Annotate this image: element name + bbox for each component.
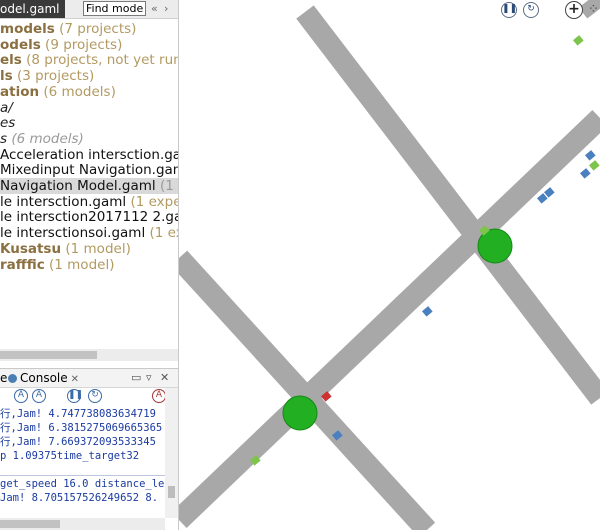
console-line: get_speed 16.0 distance_le — [0, 478, 165, 490]
close-tab-icon[interactable]: ✕ — [71, 374, 79, 385]
tree-item[interactable]: le intersction2017112 2.gam — [0, 209, 178, 225]
tree-item[interactable]: a/ — [0, 100, 178, 116]
console-refresh-button[interactable]: ↻ — [88, 389, 102, 403]
console-vertical-scrollbar[interactable] — [165, 388, 178, 518]
tree-item[interactable]: s (6 models) — [0, 131, 178, 147]
tree-item[interactable]: Kusatsu (1 model) — [0, 241, 178, 257]
tree-item[interactable]: le intersctionsoi.gaml (1 expe — [0, 225, 178, 241]
tree-item[interactable]: odels (9 projects) — [0, 37, 178, 53]
simulation-canvas[interactable] — [179, 0, 600, 530]
minimize-icon[interactable]: ▭ — [131, 370, 141, 386]
scrollbar-thumb[interactable] — [0, 351, 97, 359]
console-separator — [0, 475, 165, 476]
console-line: 行,Jam! 4.747738083634719 — [0, 408, 156, 420]
tree-horizontal-scrollbar[interactable] — [0, 349, 178, 361]
vehicle[interactable] — [589, 160, 600, 171]
simulation-display[interactable]: ❚❚ ↻ + ⁘ — [179, 0, 600, 530]
tree-item[interactable]: ation (6 models) — [0, 84, 178, 100]
tree-item[interactable]: le intersction.gaml (1 experin — [0, 194, 178, 210]
tree-item[interactable]: es — [0, 115, 178, 131]
vehicle[interactable] — [580, 168, 591, 179]
console-tab-label: Console — [20, 371, 68, 385]
find-model-input[interactable] — [83, 1, 146, 16]
console-header: e Console ✕ ▭ ▿ ✕ — [0, 368, 178, 388]
vehicle[interactable] — [537, 193, 548, 204]
console-clear-button[interactable]: A — [32, 389, 46, 403]
console-horizontal-scrollbar[interactable] — [0, 518, 165, 530]
simulation-pause-button[interactable]: ❚❚ — [501, 2, 517, 18]
tree-item[interactable]: ls (3 projects) — [0, 68, 178, 84]
navigator-toolbar: odel.gaml « › — [0, 0, 178, 19]
console-output: 行,Jam! 4.747738083634719 行,Jam! 6.381527… — [0, 407, 165, 517]
scrollbar-thumb[interactable] — [0, 520, 60, 528]
editor-file-tab[interactable]: odel.gaml — [0, 0, 66, 18]
console-line: 行,Jam! 7.669372093533345 — [0, 436, 156, 448]
tree-item[interactable]: els (8 projects, not yet run — [0, 52, 178, 68]
console-filter-button[interactable]: A — [14, 389, 28, 403]
tree-item[interactable]: rafffic (1 model) — [0, 257, 178, 273]
road — [296, 5, 600, 405]
collapse-all-icon[interactable]: « — [151, 1, 158, 16]
view-menu-icon[interactable]: ▿ — [146, 370, 152, 386]
vehicle[interactable] — [585, 150, 596, 161]
vehicle[interactable] — [544, 187, 555, 198]
console-line: 行,Jam! 6.3815275069665365 — [0, 422, 163, 434]
console-line: p 1.09375time_target32 — [0, 450, 140, 462]
console-pause-button[interactable]: ❚❚ — [67, 389, 83, 403]
tree-item[interactable]: models (7 projects) — [0, 21, 178, 37]
console-icon — [8, 374, 17, 383]
console-line: Jam! 8.705157526249652 8. — [0, 492, 159, 504]
tree-item[interactable]: Acceleration intersction.gam — [0, 147, 178, 163]
model-tree: models (7 projects) odels (9 projects) e… — [0, 19, 178, 349]
zoom-in-button[interactable]: + — [565, 1, 583, 19]
scrollbar-thumb[interactable] — [168, 486, 175, 498]
chevron-right-icon[interactable]: › — [164, 1, 168, 16]
simulation-reload-button[interactable]: ↻ — [523, 2, 539, 18]
console-disable-button[interactable]: A — [152, 389, 166, 403]
vehicle[interactable] — [422, 306, 433, 317]
console-tab[interactable]: Console ✕ — [8, 369, 79, 387]
previous-view-tab[interactable]: e — [0, 369, 7, 387]
tree-item[interactable]: Mixedinput Navigation.gam — [0, 162, 178, 178]
intersection-node[interactable] — [282, 395, 318, 431]
vehicle[interactable] — [573, 35, 584, 46]
display-options-icon[interactable]: ⁘ — [588, 2, 599, 17]
tree-item-selected[interactable]: Navigation Model.gaml (1 ex — [0, 178, 178, 194]
close-icon[interactable]: ✕ — [160, 370, 169, 386]
left-panel: odel.gaml « › models (7 projects) odels … — [0, 0, 179, 530]
